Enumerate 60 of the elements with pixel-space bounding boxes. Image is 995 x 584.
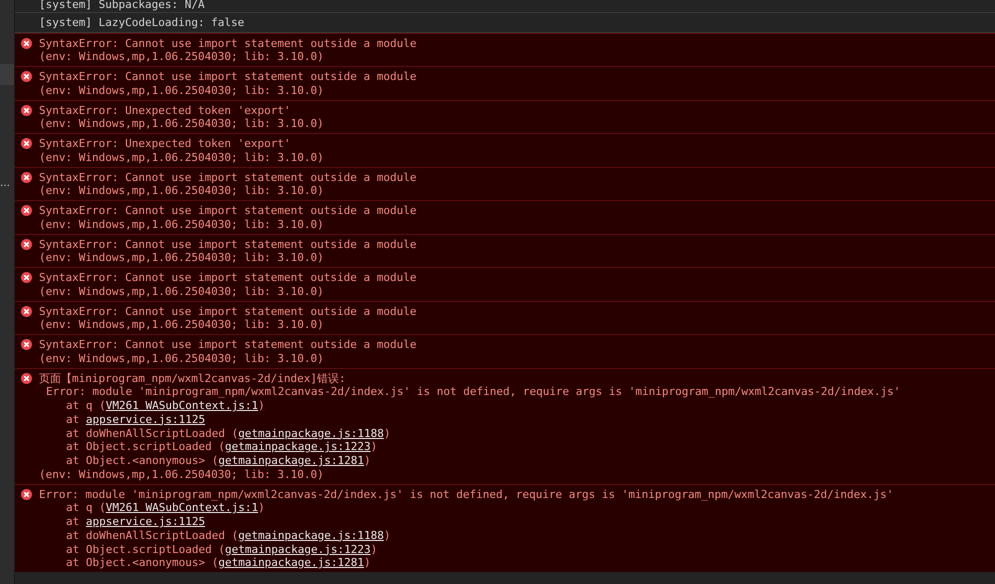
sidebar-label: … bbox=[0, 178, 10, 189]
error-icon bbox=[21, 339, 32, 350]
stack-trace-line: at Object.<anonymous> (getmainpackage.js:1281) bbox=[65, 556, 372, 570]
log-text: (env: Windows,mp,1.06.2504030; lib: 3.10.0) bbox=[39, 352, 325, 366]
source-link[interactable]: getmainpackage.js:1223 bbox=[224, 440, 371, 454]
log-text: SyntaxError: Cannot use import statement outside a module bbox=[39, 170, 416, 184]
error-icon bbox=[21, 71, 32, 82]
source-link[interactable]: appservice.js:1125 bbox=[86, 515, 206, 528]
log-text: SyntaxError: Cannot use import statement outside a module bbox=[39, 338, 416, 352]
error-icon bbox=[21, 205, 32, 216]
log-text: SyntaxError: Cannot use import statement outside a module bbox=[39, 70, 416, 84]
log-text: (env: Windows,mp,1.06.2504030; lib: 3.10.0) bbox=[39, 218, 325, 232]
log-text: (env: Windows,mp,1.06.2504030; lib: 3.10.0) bbox=[39, 468, 325, 482]
log-text: [system] LazyCodeLoading: false bbox=[39, 16, 244, 30]
log-text: (env: Windows,mp,1.06.2504030; lib: 3.10.0) bbox=[39, 184, 325, 198]
log-text: (env: Windows,mp,1.06.2504030; lib: 3.10.0) bbox=[39, 117, 324, 131]
error-icon bbox=[21, 272, 32, 283]
stack-trace-line: at doWhenAllScriptLoaded (getmainpackage.js:1188) bbox=[65, 426, 392, 440]
log-text: SyntaxError: Cannot use import statement outside a module bbox=[39, 238, 416, 252]
log-text: SyntaxError: Unexpected token 'export' bbox=[39, 104, 292, 118]
source-link[interactable]: getmainpackage.js:1188 bbox=[238, 528, 384, 542]
source-link[interactable]: VM261 WASubContext.js:1 bbox=[106, 399, 258, 412]
stack-trace-line: at Object.scriptLoaded (getmainpackage.js:1223) bbox=[65, 440, 378, 454]
log-text: Error: module 'miniprogram_npm/wxml2canvas-2d/index.js' is not defined, require args is 'miniprogram_npm/wxml2canvas-2d/index.js' bbox=[39, 488, 894, 502]
log-text: (env: Windows,mp,1.06.2504030; lib: 3.10.0) bbox=[39, 50, 325, 64]
stack-trace-line: at doWhenAllScriptLoaded (getmainpackage.js:1188) bbox=[65, 528, 392, 542]
source-link[interactable]: getmainpackage.js:1281 bbox=[218, 454, 364, 467]
log-text: SyntaxError: Cannot use import statement outside a module bbox=[39, 204, 416, 218]
error-icon bbox=[21, 172, 32, 182]
log-text: SyntaxError: Cannot use import statement outside a module bbox=[39, 271, 416, 285]
stack-trace-line: at q (VM261 WASubContext.js:1) bbox=[65, 501, 266, 515]
error-icon bbox=[21, 104, 32, 116]
stack-trace-line: at appservice.js:1125 bbox=[65, 412, 206, 426]
source-link[interactable]: getmainpackage.js:1188 bbox=[238, 426, 384, 440]
stack-trace-line: at Object.<anonymous> (getmainpackage.js:1281) bbox=[65, 454, 372, 468]
log-text: [system] Subpackages: N/A bbox=[39, 0, 205, 12]
log-text: SyntaxError: Unexpected token 'export' bbox=[39, 137, 292, 151]
source-link[interactable]: getmainpackage.js:1223 bbox=[224, 542, 371, 556]
error-icon bbox=[21, 488, 32, 500]
log-text: 页面【miniprogram_npm/wxml2canvas-2d/index]错误: bbox=[39, 372, 347, 386]
stack-trace-line: at Object.scriptLoaded (getmainpackage.js:1223) bbox=[65, 542, 378, 556]
error-icon bbox=[21, 38, 32, 48]
log-text: (env: Windows,mp,1.06.2504030; lib: 3.10.0) bbox=[39, 251, 325, 265]
sidebar-highlight bbox=[0, 64, 14, 85]
log-text: SyntaxError: Cannot use import statement outside a module bbox=[39, 36, 416, 50]
log-text: (env: Windows,mp,1.06.2504030; lib: 3.10.0) bbox=[39, 318, 325, 332]
error-icon bbox=[21, 306, 32, 316]
log-text: (env: Windows,mp,1.06.2504030; lib: 3.10.0) bbox=[39, 150, 324, 164]
log-text: (env: Windows,mp,1.06.2504030; lib: 3.10.0) bbox=[39, 284, 325, 298]
source-link[interactable]: appservice.js:1125 bbox=[86, 412, 206, 426]
stack-trace-line: at q (VM261 WASubContext.js:1) bbox=[65, 399, 266, 413]
source-link[interactable]: getmainpackage.js:1281 bbox=[218, 556, 364, 570]
source-link[interactable]: VM261 WASubContext.js:1 bbox=[106, 501, 258, 514]
log-text: (env: Windows,mp,1.06.2504030; lib: 3.10.0) bbox=[39, 84, 325, 98]
error-icon bbox=[21, 238, 32, 250]
error-icon bbox=[21, 138, 32, 149]
stack-trace-line: at appservice.js:1125 bbox=[65, 515, 206, 529]
log-text: SyntaxError: Cannot use import statement outside a module bbox=[39, 304, 416, 318]
error-icon bbox=[21, 372, 32, 384]
error-detail: Error: module 'miniprogram_npm/wxml2canvas-2d/index.js' is not defined, require args is 'miniprogram_npm/wxml2canvas-2d/index.js' bbox=[45, 385, 900, 399]
